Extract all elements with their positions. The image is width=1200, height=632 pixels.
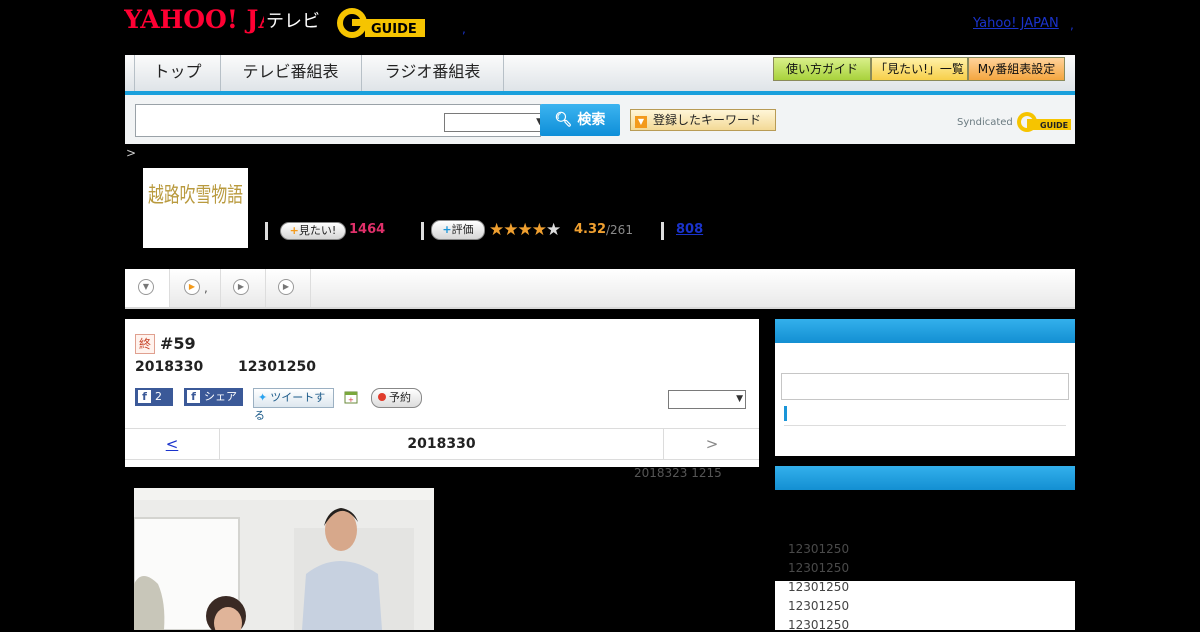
right-panel-schedule: 12301250 12301250 12301250 12301250 1230… <box>775 466 1075 632</box>
star-icon: ★ <box>489 220 504 240</box>
yahoo-japan-link[interactable]: Yahoo! JAPAN <box>973 16 1059 31</box>
schedule-item[interactable]: 12301250 <box>788 580 849 594</box>
chevron-down-icon: ▼ <box>138 279 154 295</box>
next-episode-link[interactable]: > <box>663 429 760 459</box>
dropdown-arrow-icon: ▼ <box>635 116 647 128</box>
gguide-logo[interactable]: GUIDE <box>335 6 435 40</box>
episode-time: 12301250 <box>238 359 316 375</box>
tab-tv-guide[interactable]: テレビ番組表 <box>220 55 362 91</box>
twitter-bird-icon: ✦ <box>258 391 268 404</box>
my-guide-settings-button[interactable]: My番組表設定 <box>968 57 1065 81</box>
syndicated-label: Syndicated GUIDE <box>957 111 1072 133</box>
syndicated-text: Syndicated <box>957 117 1013 128</box>
tweet-button[interactable]: ✦ ツイートする <box>253 388 334 422</box>
divider <box>421 222 424 240</box>
program-subtabs: ▼ ▶ , ▶ ▶ <box>125 269 1075 309</box>
right-panel-input[interactable] <box>781 373 1069 400</box>
header-link-separator: , <box>1070 18 1074 32</box>
rate-label: 評価 <box>451 223 474 236</box>
search-icon: 🔍︎ <box>554 112 573 128</box>
rating-total: /261 <box>606 223 633 237</box>
right-panel-search <box>775 319 1075 456</box>
star-rating: ★★★★★ <box>489 220 561 240</box>
yahoo-logo-text: YAHOO! JAPAN <box>124 5 264 34</box>
subtab-2-label: , <box>204 281 208 295</box>
want-to-watch-count: 1464 <box>349 222 386 237</box>
program-thumbnail[interactable]: 越路吹雪物語 <box>143 168 248 248</box>
how-to-guide-button[interactable]: 使い方ガイド <box>773 57 871 81</box>
episode-panel: 終 #59 2018330 12301250 f2 f シェア ✦ ツイートする +… <box>125 319 759 467</box>
svg-text:GUIDE: GUIDE <box>1040 121 1068 130</box>
schedule-item[interactable]: 12301250 <box>788 599 849 613</box>
play-icon: ▶ <box>184 279 200 295</box>
divider <box>265 222 268 240</box>
facebook-share-button[interactable]: f シェア <box>184 388 243 406</box>
play-icon: ▶ <box>278 279 294 295</box>
gguide-small-logo: GUIDE <box>1016 112 1071 132</box>
record-icon <box>378 393 386 401</box>
tab-radio-guide[interactable]: ラジオ番組表 <box>362 55 504 91</box>
subtab-4[interactable]: ▶ <box>266 269 311 307</box>
current-episode-date: 2018330 <box>407 436 476 452</box>
tv-label: テレビ <box>266 11 320 32</box>
star-icon: ★ <box>517 220 533 240</box>
search-input[interactable]: ▼ <box>135 104 546 137</box>
divider <box>784 425 1066 426</box>
star-empty-icon: ★ <box>546 220 561 240</box>
search-button-label: 検索 <box>577 112 606 128</box>
subtab-3[interactable]: ▶ <box>221 269 266 307</box>
star-icon: ★ <box>531 220 547 240</box>
breadcrumb[interactable]: > <box>126 146 136 160</box>
episode-photo <box>134 488 434 630</box>
search-bar: ▼ 🔍︎ 検索 ▼ 登録したキーワード Syndicated GUIDE <box>125 95 1075 144</box>
episode-date: 2018330 <box>135 359 204 375</box>
facebook-share-label: シェア <box>204 390 237 403</box>
chevron-down-icon: ▼ <box>736 394 743 404</box>
subtab-2[interactable]: ▶ , <box>170 269 221 307</box>
facebook-icon: f <box>138 390 151 403</box>
record-reserve-button[interactable]: 予約 <box>371 388 422 408</box>
saved-keywords-label: 登録したキーワード <box>653 113 762 127</box>
svg-text:GUIDE: GUIDE <box>371 22 417 37</box>
reserve-label: 予約 <box>389 391 411 404</box>
subtab-1[interactable]: ▼ <box>125 269 170 307</box>
star-icon: ★ <box>503 220 518 240</box>
panel-header <box>775 319 1075 343</box>
episode-number: #59 <box>160 334 196 353</box>
yahoo-japan-logo[interactable]: YAHOO! JAPAN <box>123 5 337 41</box>
last-updated: 2018323 1215 <box>634 466 722 480</box>
calendar-add-icon[interactable]: + <box>344 388 358 404</box>
plus-icon: + <box>442 223 452 236</box>
episode-pagination: < 2018330 > <box>125 428 759 460</box>
rating-value: 4.32 <box>574 222 607 237</box>
want-to-watch-button[interactable]: +見たい! <box>280 222 346 240</box>
header-separator: , <box>462 22 466 36</box>
accent-bar <box>784 406 787 421</box>
facebook-like-button[interactable]: f2 <box>135 388 173 406</box>
review-count-link[interactable]: 808 <box>676 222 703 237</box>
search-button[interactable]: 🔍︎ 検索 <box>540 104 620 136</box>
rate-button[interactable]: +評価 <box>431 220 485 240</box>
watchlist-button[interactable]: 「見たい!」一覧 <box>871 57 968 81</box>
saved-keywords-button[interactable]: ▼ 登録したキーワード <box>630 109 776 131</box>
divider <box>661 222 664 240</box>
svg-text:+: + <box>348 396 354 404</box>
panel-header <box>775 466 1075 490</box>
final-episode-badge: 終 <box>135 334 155 354</box>
facebook-count: 2 <box>155 390 162 403</box>
schedule-item[interactable]: 12301250 <box>788 561 849 575</box>
tab-top[interactable]: トップ <box>134 55 221 91</box>
facebook-icon: f <box>187 390 200 403</box>
search-category-select[interactable]: ▼ <box>444 113 546 132</box>
schedule-item[interactable]: 12301250 <box>788 542 849 556</box>
previous-episode-link[interactable]: < <box>125 429 220 459</box>
main-nav: トップ テレビ番組表 ラジオ番組表 使い方ガイド 「見たい!」一覧 My番組表設… <box>125 55 1075 95</box>
thumbnail-title: 越路吹雪物語 <box>148 183 243 207</box>
episode-select[interactable]: ▼ <box>668 390 746 409</box>
play-icon: ▶ <box>233 279 249 295</box>
want-to-watch-label: 見たい! <box>298 224 337 237</box>
plus-icon: + <box>289 224 299 237</box>
